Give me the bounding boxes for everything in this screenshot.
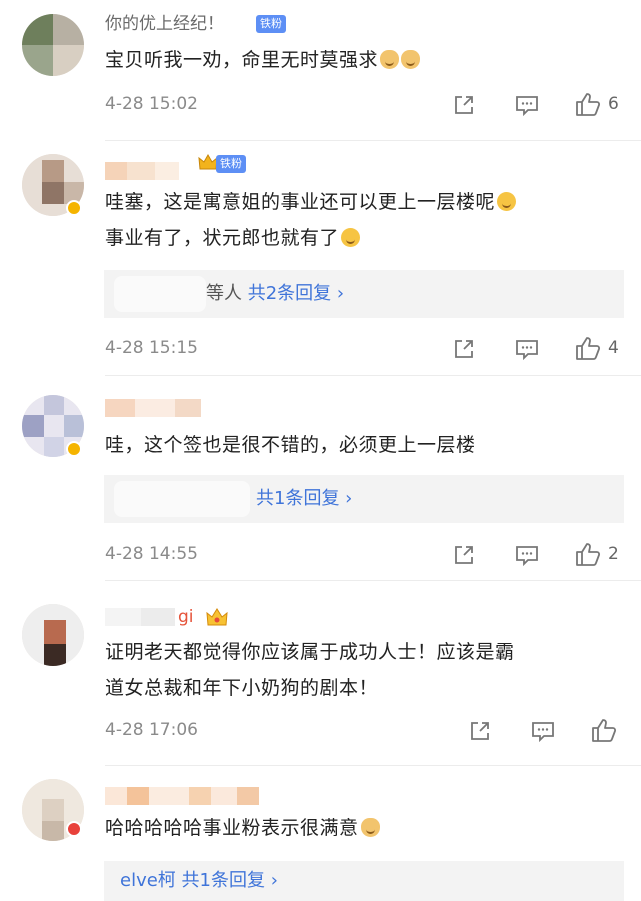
comment-item: 你的优上经纪！ 铁粉 宝贝听我一劝，命里无时莫强求 4-28 15:02 6 [0, 0, 641, 140]
like-icon [576, 543, 601, 566]
like-button[interactable]: 2 [574, 541, 619, 567]
comment-text: 哈哈哈哈哈事业粉表示很满意 [105, 810, 625, 846]
share-icon [471, 722, 489, 740]
crown-icon [206, 608, 228, 626]
comment-icon [516, 96, 538, 117]
comment-button[interactable] [530, 718, 556, 744]
reply-preview[interactable]: elve柯 共1条回复 › [104, 861, 624, 901]
reply-count-link[interactable]: 共1条回复 › [182, 870, 278, 891]
comment-icon [516, 546, 538, 567]
share-icon [455, 96, 473, 114]
comment-icon [516, 340, 538, 361]
username-blurred[interactable] [105, 399, 201, 417]
comment-text: 宝贝听我一劝，命里无时莫强求 [105, 42, 625, 78]
reply-preview[interactable]: 共1条回复 › [104, 475, 624, 523]
share-button[interactable] [452, 336, 476, 362]
comment-button[interactable] [514, 336, 540, 362]
username-blurred[interactable] [105, 787, 259, 805]
comment-button[interactable] [514, 92, 540, 118]
comment-item: gi 证明老天都觉得你应该属于成功人士！应该是霸 道女总裁和年下小奶狗的剧本！ … [0, 580, 641, 765]
avatar[interactable] [22, 14, 84, 76]
like-button[interactable]: 4 [574, 335, 619, 361]
comment-text: 证明老天都觉得你应该属于成功人士！应该是霸 道女总裁和年下小奶狗的剧本！ [105, 641, 515, 699]
like-count: 6 [608, 94, 619, 114]
fan-badge: 铁粉 [216, 155, 246, 173]
like-icon [592, 719, 617, 742]
verified-badge-icon [66, 821, 82, 837]
comment-item: 铁粉 哇塞，这是寓意姐的事业还可以更上一层楼呢 事业有了，状元郎也就有了 等人 … [0, 140, 641, 375]
timestamp: 4-28 15:02 [105, 94, 198, 114]
reply-count-link[interactable]: 共1条回复 › [256, 488, 352, 509]
timestamp: 4-28 15:15 [105, 338, 198, 358]
verified-badge-icon [66, 441, 82, 457]
crown-icon [198, 153, 218, 172]
timestamp: 4-28 17:06 [105, 720, 198, 740]
share-button[interactable] [452, 542, 476, 568]
smile-emoji-icon [341, 228, 361, 247]
username-suffix: gi [178, 607, 194, 627]
share-icon [455, 340, 473, 358]
comment-text: 哇塞，这是寓意姐的事业还可以更上一层楼呢 事业有了，状元郎也就有了 [105, 184, 625, 256]
reply-preview[interactable]: 等人 共2条回复 › [104, 270, 624, 318]
like-button[interactable] [590, 717, 624, 743]
fan-badge: 铁粉 [256, 15, 286, 33]
like-count: 4 [608, 338, 619, 358]
username-blurred[interactable] [105, 608, 175, 626]
comment-item: 哈哈哈哈哈事业粉表示很满意 elve柯 共1条回复 › [0, 765, 641, 901]
avatar[interactable] [22, 604, 84, 666]
reply-user-link[interactable]: elve柯 [120, 870, 176, 891]
comment-button[interactable] [514, 542, 540, 568]
doge-emoji-icon [380, 50, 400, 69]
timestamp: 4-28 14:55 [105, 544, 198, 564]
share-icon [455, 546, 473, 564]
thinking-emoji-icon [497, 192, 517, 211]
comment-text: 哇，这个签也是很不错的，必须更上一层楼 [105, 434, 476, 456]
username-blurred[interactable] [105, 162, 179, 180]
doge-emoji-icon [360, 818, 380, 837]
username[interactable]: 你的优上经纪！ [105, 12, 224, 36]
verified-badge-icon [66, 200, 82, 216]
like-count: 2 [608, 544, 619, 564]
share-button[interactable] [468, 718, 492, 744]
share-button[interactable] [452, 92, 476, 118]
reply-count-link[interactable]: 共2条回复 › [248, 283, 344, 304]
comment-item: 哇，这个签也是很不错的，必须更上一层楼 共1条回复 › 4-28 14:55 2 [0, 375, 641, 580]
like-button[interactable]: 6 [574, 91, 619, 117]
comment-icon [532, 722, 554, 743]
like-icon [576, 93, 601, 116]
like-icon [576, 337, 601, 360]
doge-emoji-icon [401, 50, 421, 69]
